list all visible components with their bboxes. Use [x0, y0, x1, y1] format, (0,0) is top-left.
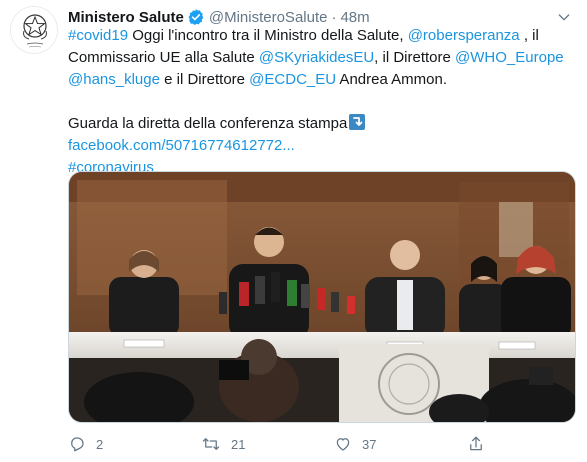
header-separator: ·	[331, 8, 337, 26]
mention-ecdc-eu[interactable]: @ECDC_EU	[249, 71, 336, 88]
mention-skyriakideseu[interactable]: @SKyriakidesEU	[259, 49, 374, 66]
press-conference-photo[interactable]	[68, 171, 576, 423]
like-count: 37	[362, 436, 377, 452]
retweet-icon	[202, 438, 220, 450]
text-segment: Guarda la diretta della conferenza stamp…	[68, 115, 348, 132]
tweet-timestamp[interactable]: 48m	[340, 9, 369, 26]
retweet-count: 21	[231, 436, 246, 452]
italian-emblem-icon	[11, 7, 57, 53]
hashtag-covid19[interactable]: #covid19	[68, 27, 128, 44]
avatar[interactable]	[10, 6, 58, 54]
author-handle[interactable]: @MinisteroSalute	[209, 9, 328, 26]
text-segment: Andrea Ammon.	[336, 71, 447, 88]
retweet-button[interactable]: 21	[201, 435, 245, 453]
arrow-down-emoji-icon	[349, 114, 366, 130]
share-icon	[470, 436, 482, 451]
chevron-down-icon	[558, 14, 570, 21]
heart-icon	[336, 438, 350, 451]
text-segment: , il Direttore	[374, 49, 456, 66]
text-segment: Oggi l'incontro tra il Ministro della Sa…	[128, 27, 408, 44]
mention-who-europe[interactable]: @WHO_Europe	[455, 49, 564, 66]
share-button[interactable]	[467, 435, 485, 453]
press-conference-image	[69, 172, 575, 422]
reply-icon	[71, 437, 84, 452]
tweet[interactable]: Ministero Salute @MinisteroSalute · 48m …	[0, 0, 587, 462]
tweet-actions: 2 21 37	[68, 432, 508, 456]
like-button[interactable]: 37	[334, 435, 376, 453]
text-segment: Commissario UE alla Salute	[68, 49, 259, 66]
reply-count: 2	[96, 436, 104, 452]
tweet-text: #covid19 Oggi l'incontro tra il Ministro…	[68, 25, 576, 179]
verified-badge-icon	[187, 8, 205, 26]
author-name[interactable]: Ministero Salute	[68, 9, 184, 26]
reply-button[interactable]: 2	[68, 435, 103, 453]
facebook-link[interactable]: facebook.com/50716774612772...	[68, 137, 295, 154]
mention-robersperanza[interactable]: @robersperanza	[408, 27, 520, 44]
text-segment: , il	[519, 27, 539, 44]
mention-hans-kluge[interactable]: @hans_kluge	[68, 71, 160, 88]
text-segment: e il Direttore	[159, 71, 250, 88]
